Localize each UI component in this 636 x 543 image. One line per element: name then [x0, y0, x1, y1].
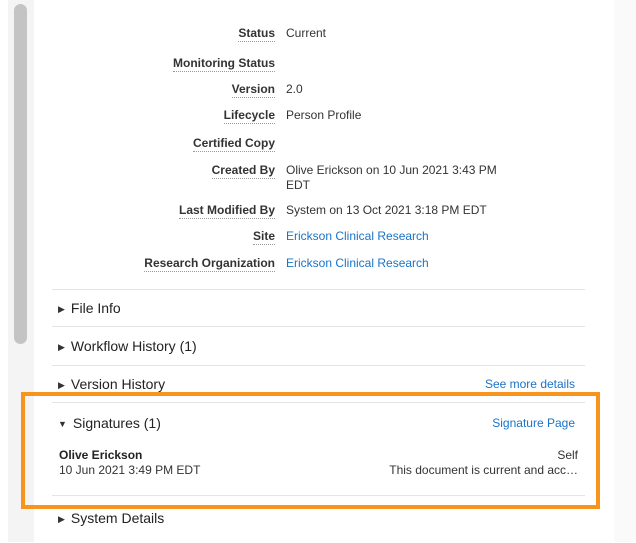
property-label: Version [231, 82, 275, 98]
site-link[interactable]: Erickson Clinical Research [286, 229, 526, 244]
property-value: Person Profile [286, 108, 362, 122]
property-value: 2.0 [286, 82, 303, 96]
research-organization-link[interactable]: Erickson Clinical Research [286, 256, 526, 271]
signature-role: Self [557, 448, 578, 462]
signatures-toggle[interactable]: ▼ Signatures (1) [58, 415, 161, 431]
section-workflow-history[interactable]: ▶ Workflow History (1) [52, 326, 585, 365]
signer-name: Olive Erickson [59, 448, 143, 462]
section-system-details[interactable]: ▶ System Details [52, 495, 585, 543]
section-title: Version History [70, 376, 166, 392]
caret-down-icon: ▼ [58, 419, 67, 429]
signature-meaning: This document is current and acc… [389, 463, 578, 477]
property-value: System on 13 Oct 2021 3:18 PM EDT [286, 203, 487, 217]
property-label: Status [238, 26, 275, 42]
scrollbar-thumb[interactable] [14, 4, 27, 344]
property-label: Certified Copy [192, 136, 275, 152]
section-title: File Info [70, 300, 121, 316]
property-value: Current [286, 26, 327, 40]
section-title: Signatures (1) [72, 415, 161, 431]
caret-right-icon: ▶ [58, 514, 65, 524]
see-more-details-link[interactable]: See more details [485, 377, 575, 391]
caret-right-icon: ▶ [58, 342, 65, 352]
section-file-info[interactable]: ▶ File Info [52, 289, 585, 326]
property-label: Monitoring Status [173, 56, 275, 72]
property-label: Last Modified By [178, 203, 275, 219]
caret-right-icon: ▶ [58, 304, 65, 314]
section-title: System Details [70, 510, 165, 526]
caret-right-icon: ▶ [58, 380, 65, 390]
property-label: Lifecycle [223, 108, 275, 124]
signature-date: 10 Jun 2021 3:49 PM EDT [59, 463, 201, 477]
section-title: Workflow History (1) [70, 338, 197, 354]
signature-page-link[interactable]: Signature Page [492, 416, 575, 430]
section-version-history[interactable]: ▶ Version History See more details [52, 365, 585, 402]
property-label: Created By [211, 163, 275, 179]
right-gutter [614, 0, 636, 542]
property-label: Site [252, 229, 275, 245]
property-label: Research Organization [144, 256, 275, 272]
property-value: Olive Erickson on 10 Jun 2021 3:43 PM ED… [286, 163, 497, 192]
